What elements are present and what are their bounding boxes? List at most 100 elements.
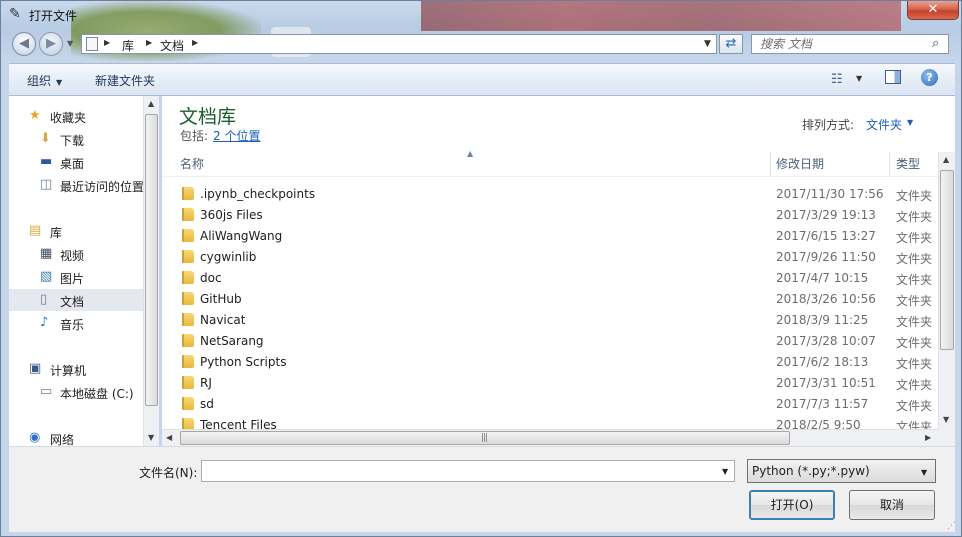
sidebar-item-pictures[interactable]: ▧ 图片: [9, 266, 143, 288]
forward-button[interactable]: ▶: [39, 32, 63, 56]
search-icon[interactable]: ⌕: [932, 36, 939, 51]
column-header-name[interactable]: 名称: [180, 152, 204, 176]
scroll-down-icon[interactable]: ▼: [943, 415, 949, 424]
file-list-horizontal-scrollbar[interactable]: ◀ ||| ▶: [162, 429, 938, 446]
sidebar-item-computer[interactable]: ▣ 计算机: [9, 358, 143, 380]
sidebar-item-libraries[interactable]: ▤ 库: [9, 220, 143, 242]
column-divider[interactable]: [770, 152, 771, 176]
breadcrumb-libraries[interactable]: 库: [122, 37, 134, 54]
sidebar-item-label: 图片: [60, 272, 85, 286]
arrange-by-dropdown[interactable]: 文件夹: [866, 116, 902, 133]
file-type: 文件夹: [896, 294, 933, 308]
recent-pages-dropdown-icon[interactable]: ▼: [67, 39, 73, 48]
view-options-icon[interactable]: ☷: [831, 72, 843, 87]
organize-label: 组织: [27, 74, 52, 88]
chevron-right-icon[interactable]: ▶: [192, 38, 198, 47]
chevron-down-icon[interactable]: ▼: [907, 118, 913, 127]
organize-menu-button[interactable]: 组织 ▼: [27, 72, 62, 89]
sidebar-item-label: 桌面: [60, 157, 85, 171]
back-button[interactable]: ◀: [12, 32, 36, 56]
file-name: sd: [200, 397, 214, 411]
open-file-dialog: ✎ 打开文件 ✕ ◀ ▶ ▼ ▶ 库 ▶ 文档 ▶ ▼ ⇄ ⌕ 组织 ▼ 新建文件…: [0, 0, 962, 537]
resize-grip-icon[interactable]: ⋰: [947, 521, 956, 531]
column-header-modified[interactable]: 修改日期: [776, 152, 824, 176]
file-type: 文件夹: [896, 315, 933, 329]
sidebar-item-downloads[interactable]: ⬇ 下载: [9, 128, 143, 150]
library-locations-link[interactable]: 2 个位置: [213, 127, 260, 144]
column-divider[interactable]: [889, 152, 890, 176]
column-header-type[interactable]: 类型: [896, 152, 920, 176]
sidebar-item-videos[interactable]: ▦ 视频: [9, 243, 143, 265]
file-type: 文件夹: [896, 399, 933, 413]
header-divider: [162, 176, 938, 177]
open-button[interactable]: 打开(O): [749, 490, 835, 520]
search-box[interactable]: ⌕: [751, 34, 949, 54]
filename-input[interactable]: [206, 462, 706, 480]
preview-pane-icon[interactable]: [885, 70, 901, 84]
chevron-right-icon[interactable]: ▶: [146, 38, 152, 47]
sidebar-item-local-disk[interactable]: ▭ 本地磁盘 (C:): [9, 381, 143, 403]
scrollbar-thumb[interactable]: [940, 170, 954, 350]
file-row[interactable]: 360js Files 2017/3/29 19:13 文件夹: [162, 204, 938, 225]
chevron-down-icon[interactable]: ▼: [856, 74, 862, 83]
file-row[interactable]: Navicat 2018/3/9 11:25 文件夹: [162, 309, 938, 330]
file-type: 文件夹: [896, 357, 933, 371]
file-name: doc: [200, 271, 222, 285]
file-list-vertical-scrollbar[interactable]: ▲ ▼: [938, 152, 955, 429]
search-input[interactable]: [760, 36, 930, 52]
file-row[interactable]: Python Scripts 2017/6/2 18:13 文件夹: [162, 351, 938, 372]
file-modified-date: 2017/4/7 10:15: [776, 271, 869, 285]
sidebar-item-documents[interactable]: ▯ 文档: [9, 289, 143, 311]
scrollbar-thumb[interactable]: [145, 114, 158, 406]
file-name: AliWangWang: [200, 229, 283, 243]
file-row[interactable]: .ipynb_checkpoints 2017/11/30 17:56 文件夹: [162, 183, 938, 204]
sidebar-item-recent-places[interactable]: ◫ 最近访问的位置: [9, 174, 144, 196]
scrollbar-thumb[interactable]: |||: [180, 431, 790, 445]
scroll-right-icon[interactable]: ▶: [925, 433, 931, 442]
filename-combobox[interactable]: ▼: [201, 460, 735, 482]
sidebar-item-favorites[interactable]: ★ 收藏夹: [9, 105, 143, 127]
folder-icon: [182, 187, 194, 200]
scroll-up-icon[interactable]: ▲: [943, 155, 949, 164]
refresh-button[interactable]: ⇄: [719, 34, 743, 54]
grip-icon: |||: [481, 433, 488, 443]
address-bar[interactable]: ▶ 库 ▶ 文档 ▶ ▼: [81, 34, 717, 54]
chevron-down-icon[interactable]: ▼: [722, 467, 728, 476]
scroll-down-icon[interactable]: ▼: [148, 433, 154, 442]
file-row[interactable]: doc 2017/4/7 10:15 文件夹: [162, 267, 938, 288]
file-row[interactable]: sd 2017/7/3 11:57 文件夹: [162, 393, 938, 414]
file-type: 文件夹: [896, 336, 933, 350]
new-folder-button[interactable]: 新建文件夹: [95, 72, 155, 89]
library-title: 文档库: [179, 106, 237, 128]
arrange-by-label: 排列方式:: [802, 118, 855, 132]
chevron-right-icon[interactable]: ▶: [104, 38, 110, 47]
sidebar-item-network[interactable]: ◉ 网络: [9, 427, 143, 447]
filename-label: 文件名(N):: [139, 466, 198, 480]
sidebar-item-music[interactable]: ♪ 音乐: [9, 312, 143, 334]
file-name: Python Scripts: [200, 355, 287, 369]
file-row[interactable]: cygwinlib 2017/9/26 11:50 文件夹: [162, 246, 938, 267]
libraries-icon: ▤: [29, 223, 42, 238]
address-history-dropdown-icon[interactable]: ▼: [704, 39, 711, 49]
file-type-select[interactable]: Python (*.py;*.pyw) ▼: [747, 459, 936, 483]
title-bar[interactable]: ✎ 打开文件 ✕: [1, 1, 961, 27]
scroll-left-icon[interactable]: ◀: [166, 433, 172, 442]
scroll-up-icon[interactable]: ▲: [148, 99, 154, 108]
file-row[interactable]: NetSarang 2017/3/28 10:07 文件夹: [162, 330, 938, 351]
file-row[interactable]: RJ 2017/3/31 10:51 文件夹: [162, 372, 938, 393]
close-button[interactable]: ✕: [907, 1, 959, 20]
sort-ascending-icon: ▲: [467, 149, 474, 158]
refresh-icon: ⇄: [725, 36, 737, 51]
file-row[interactable]: GitHub 2018/3/26 10:56 文件夹: [162, 288, 938, 309]
file-name: 360js Files: [200, 208, 263, 222]
breadcrumb-documents[interactable]: 文档: [160, 37, 184, 54]
cancel-button[interactable]: 取消: [849, 490, 935, 520]
folder-icon: [182, 208, 194, 221]
library-includes-label: 包括:: [180, 129, 209, 143]
navigation-scrollbar[interactable]: ▲ ▼: [143, 96, 159, 446]
sidebar-item-desktop[interactable]: ▬ 桌面: [9, 151, 143, 173]
file-row[interactable]: AliWangWang 2017/6/15 13:27 文件夹: [162, 225, 938, 246]
help-icon[interactable]: ?: [921, 69, 938, 86]
download-folder-icon: ⬇: [40, 131, 51, 146]
folder-icon: [182, 250, 194, 263]
